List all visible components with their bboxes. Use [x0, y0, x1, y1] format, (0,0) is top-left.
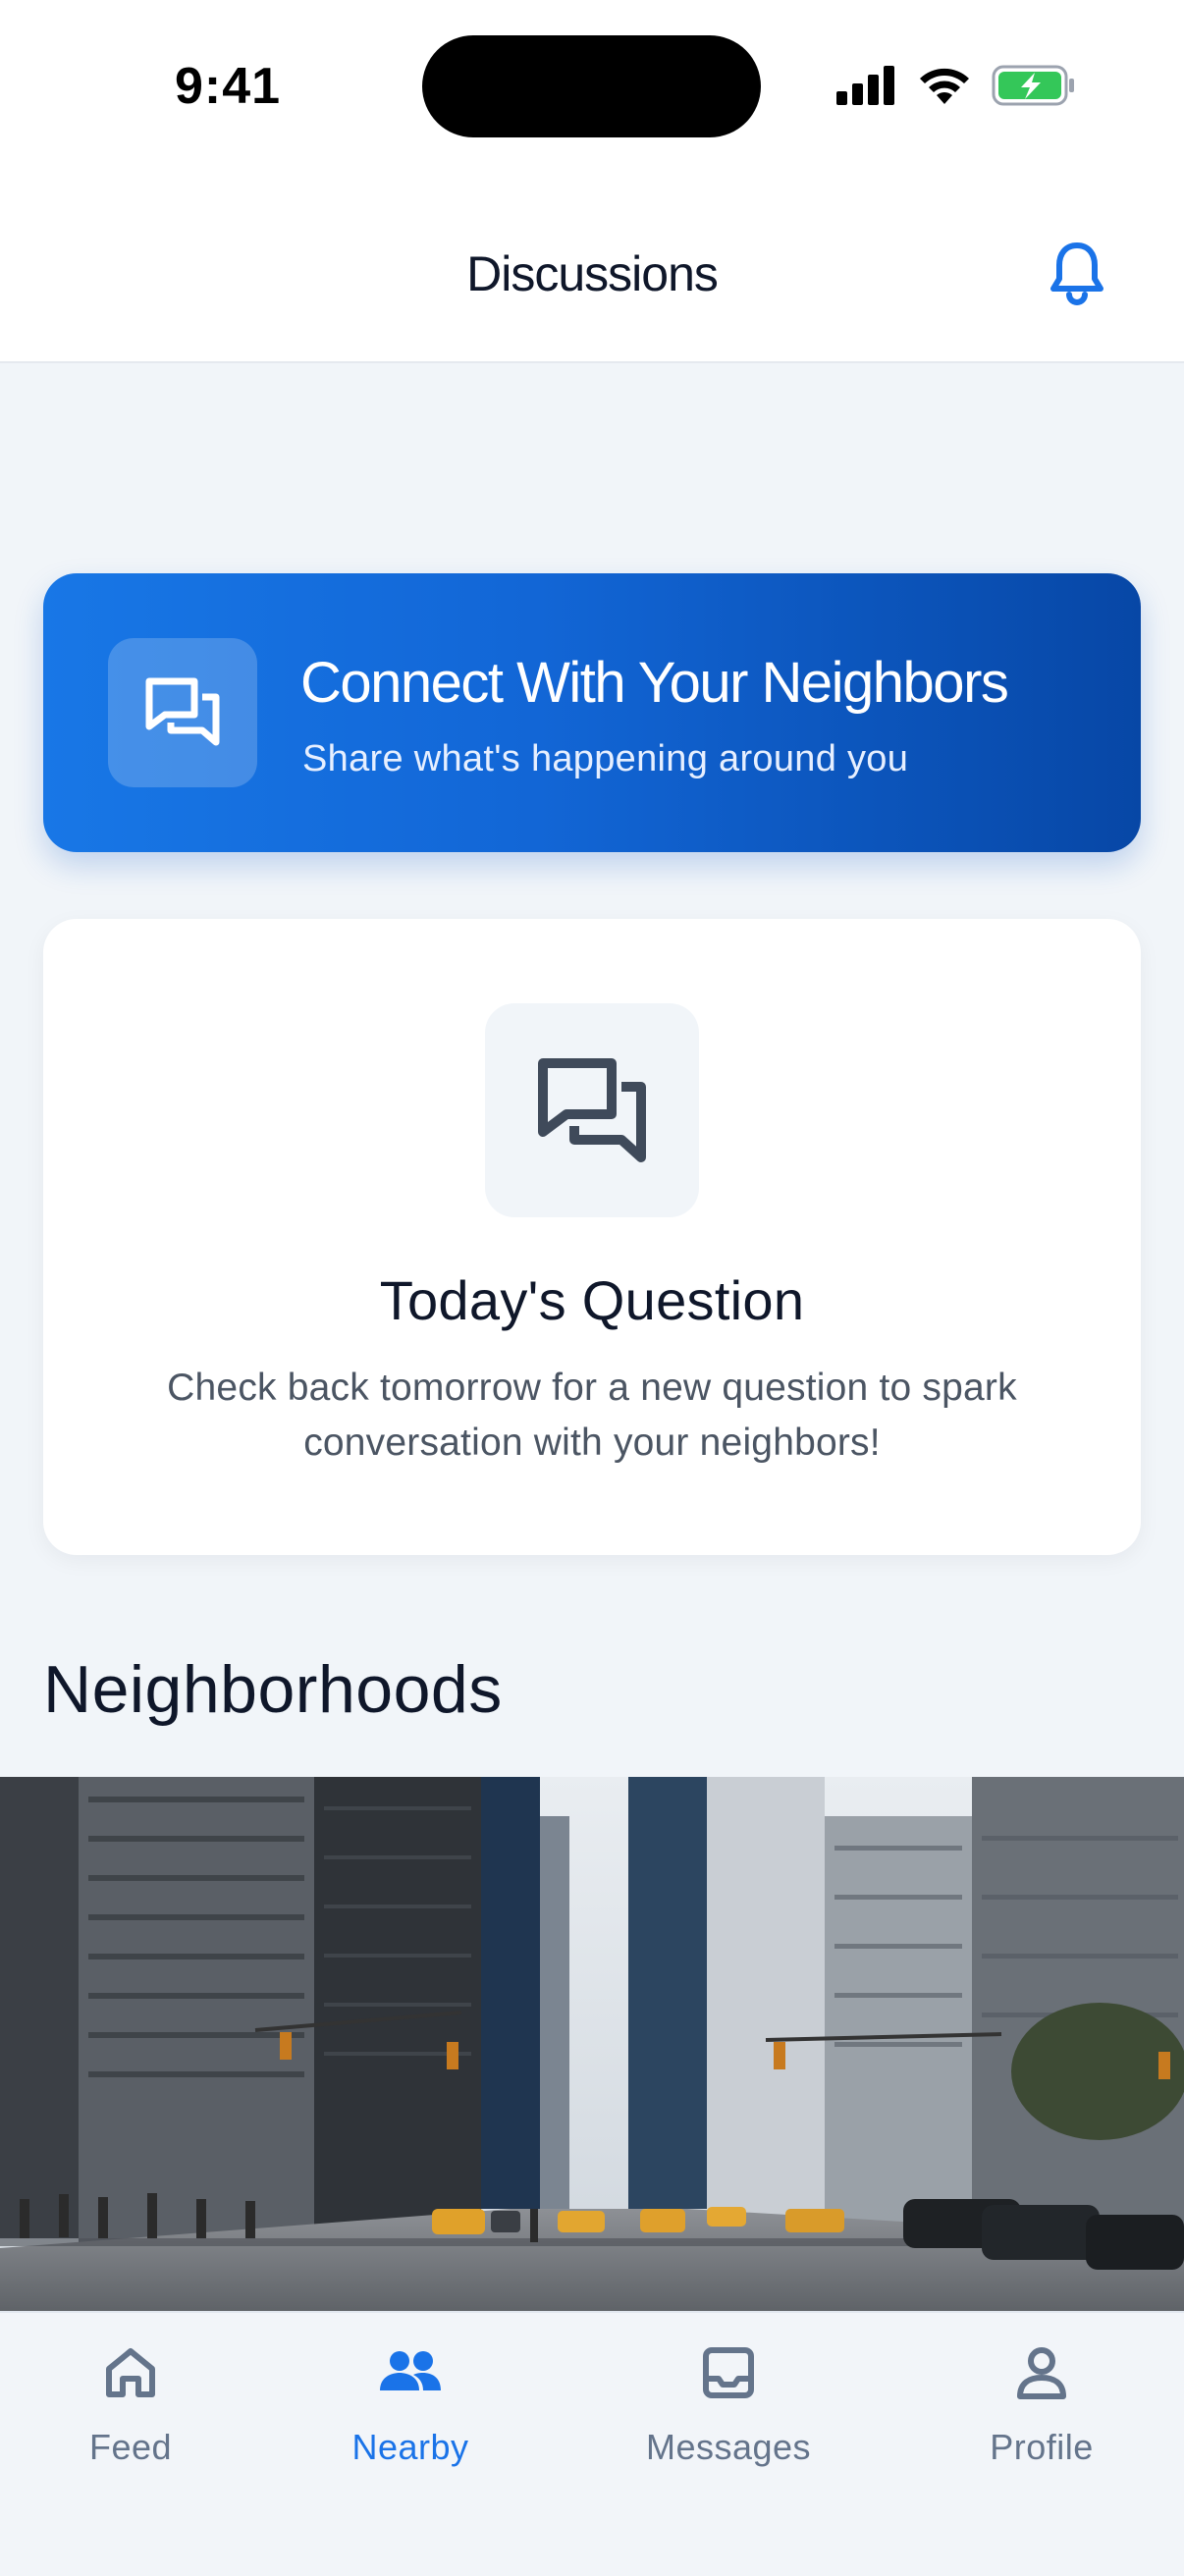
tab-nearby[interactable]: Nearby — [293, 2342, 528, 2468]
tab-feed-label: Feed — [88, 2427, 173, 2467]
chat-bubbles-icon — [538, 1058, 646, 1162]
notification-bell-icon[interactable] — [1049, 242, 1105, 306]
question-description: Check back tomorrow for a new question t… — [167, 1367, 1017, 1464]
banner-title: Connect With Your Neighbors — [300, 651, 1009, 715]
question-icon-container — [485, 1003, 699, 1217]
chat-bubbles-icon — [145, 677, 220, 746]
bottom-tab-bar: Feed Nearby Messages Profile — [0, 2311, 1184, 2576]
status-icons — [836, 65, 1076, 106]
todays-question-card: Today's Question Check back tomorrow for… — [43, 919, 1141, 1555]
app-header: Discussions — [0, 177, 1184, 363]
page-title: Discussions — [466, 246, 719, 301]
home-icon — [106, 2348, 155, 2397]
question-title: Today's Question — [379, 1269, 805, 1331]
status-bar: 9:41 — [0, 0, 1184, 177]
city-street-image — [0, 1777, 1184, 2311]
neighborhood-photo[interactable] — [0, 1777, 1184, 2311]
tab-messages[interactable]: Messages — [611, 2342, 846, 2468]
person-icon — [1017, 2347, 1066, 2399]
wifi-icon — [920, 68, 969, 104]
inbox-icon — [703, 2347, 754, 2398]
banner-subtitle: Share what's happening around you — [302, 738, 909, 779]
tab-messages-label: Messages — [645, 2427, 812, 2467]
tab-profile-label: Profile — [990, 2427, 1094, 2467]
tab-profile[interactable]: Profile — [924, 2342, 1159, 2468]
tab-feed[interactable]: Feed — [13, 2342, 248, 2468]
people-icon — [380, 2351, 441, 2390]
tab-nearby-label: Nearby — [351, 2427, 469, 2467]
status-time: 9:41 — [175, 58, 282, 115]
hero-icon-container — [108, 638, 257, 787]
battery-icon — [992, 65, 1074, 106]
neighborhoods-heading: Neighborhoods — [43, 1652, 503, 1727]
connect-banner[interactable]: Connect With Your Neighbors Share what's… — [43, 573, 1141, 852]
dynamic-island — [422, 35, 761, 137]
signal-icon — [836, 66, 894, 105]
